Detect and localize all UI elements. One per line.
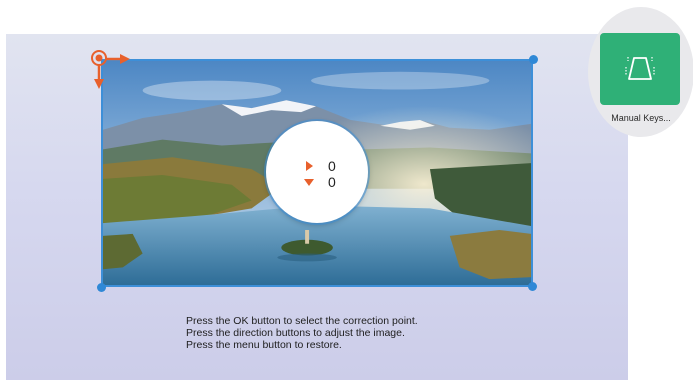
instruction-line: Press the direction buttons to adjust th… [186, 327, 405, 339]
instructions-text: Press the OK button to select the correc… [186, 315, 418, 351]
manual-keystone-app-tile[interactable] [600, 33, 680, 105]
instruction-line: Press the OK button to select the correc… [186, 315, 418, 327]
app-label: Manual Keys... [611, 113, 671, 123]
offset-readout: 0 0 [266, 121, 368, 223]
keystone-trapezoid-icon [625, 57, 655, 80]
arrow-down-icon [94, 64, 104, 89]
vertical-offset-value: 0 [328, 174, 336, 190]
instruction-line: Press the menu button to restore. [186, 339, 342, 351]
horizontal-offset-row: 0 [304, 158, 336, 174]
triangle-right-icon [306, 161, 313, 171]
arrow-right-icon [105, 54, 130, 64]
corner-point-top-right[interactable] [529, 55, 538, 64]
corner-point-bottom-left[interactable] [97, 283, 106, 292]
corner-point-bottom-right[interactable] [528, 282, 537, 291]
horizontal-offset-value: 0 [328, 158, 336, 174]
vertical-offset-row: 0 [304, 174, 336, 190]
triangle-down-icon [304, 179, 314, 186]
